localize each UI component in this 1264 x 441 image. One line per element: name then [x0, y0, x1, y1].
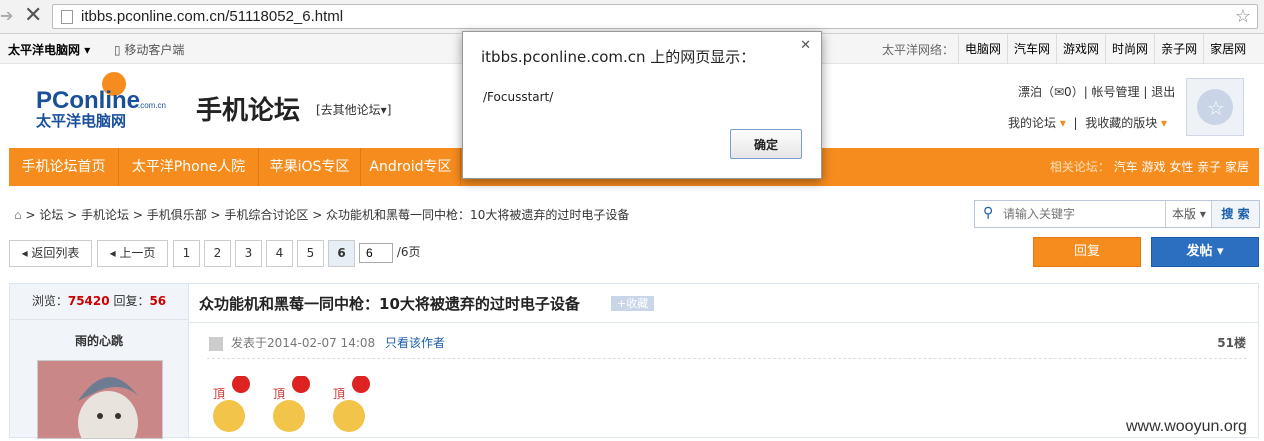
nav-item-ios[interactable]: 苹果iOS专区 [259, 148, 361, 186]
nav-item-android[interactable]: Android专区 [361, 148, 461, 186]
nav-item-home[interactable]: 手机论坛首页 [9, 148, 119, 186]
page-jump-input[interactable] [359, 242, 393, 263]
bookmark-star-icon[interactable]: ☆ [1235, 6, 1251, 27]
dialog-title: itbbs.pconline.com.cn 上的网页显示： [481, 48, 756, 66]
svg-text:☆: ☆ [1207, 96, 1225, 120]
view-count: 75420 [67, 294, 110, 308]
network-link[interactable]: 电脑网 [958, 34, 1007, 64]
page-5[interactable]: 5 [297, 240, 324, 267]
divider [189, 322, 1258, 323]
reply-count: 56 [149, 294, 167, 308]
page-4[interactable]: 4 [266, 240, 293, 267]
breadcrumb[interactable]: ⌂ > 论坛 > 手机论坛 > 手机俱乐部 > 手机综合讨论区 > 众功能机和黑… [14, 206, 629, 223]
dialog-message: /Focusstart/ [483, 90, 554, 104]
url-text[interactable]: itbbs.pconline.com.cn/51118052_6.html [81, 8, 343, 25]
back-to-list-button[interactable]: ◂ 返回列表 [9, 240, 92, 267]
post-divider [207, 358, 1247, 359]
pconline-logo[interactable]: PConline .com.cn 太平洋电脑网 [34, 70, 174, 130]
emoticon-icon: 頂 [273, 375, 310, 432]
logo-domain: .com.cn [138, 101, 166, 110]
page-jump: /6页 [359, 240, 427, 267]
page-2[interactable]: 2 [204, 240, 231, 267]
ok-button[interactable]: 确定 [730, 129, 802, 159]
only-author-link[interactable]: 只看该作者 [385, 334, 445, 351]
total-pages: /6页 [396, 245, 421, 259]
site-name-link[interactable]: 太平洋电脑网 ▾ [8, 41, 90, 58]
stop-loading-icon[interactable]: ✕ [24, 5, 44, 27]
nav-item-phone[interactable]: 太平洋Phone人院 [119, 148, 259, 186]
search-button[interactable]: 搜 索 [1211, 201, 1259, 227]
network-link[interactable]: 汽车网 [1007, 34, 1056, 64]
author-name[interactable]: 雨的心跳 [10, 332, 188, 349]
post-button[interactable]: 发帖 ▾ [1151, 237, 1259, 267]
favorite-button[interactable]: +收藏 [611, 296, 655, 311]
search-input[interactable] [975, 201, 1165, 227]
author-avatar[interactable] [37, 360, 163, 439]
emoticon-icon: 頂 [213, 375, 250, 432]
svg-text:頂: 頂 [333, 387, 345, 401]
my-forum-link[interactable]: 我的论坛 ▾ [1008, 116, 1066, 130]
user-menu-row: 我的论坛 ▾ | 我收藏的版块 ▾ [1008, 116, 1168, 130]
thread-post: 众功能机和黑莓一同中枪：10大将被遗弃的过时电子设备 +收藏 发表于2014-0… [189, 283, 1259, 438]
alert-dialog: itbbs.pconline.com.cn 上的网页显示： ✕ /Focusst… [462, 31, 822, 179]
related-forums[interactable]: 相关论坛： 汽车 游戏 女性 亲子 家居 [1050, 148, 1249, 186]
thread-title: 众功能机和黑莓一同中枪：10大将被遗弃的过时电子设备 [199, 295, 580, 313]
watermark: www.wooyun.org [1126, 418, 1247, 435]
browser-toolbar: ➔ ✕ itbbs.pconline.com.cn/51118052_6.htm… [0, 0, 1264, 34]
user-links[interactable]: 漂泊（✉0）| 帐号管理 | 退出 [1018, 83, 1175, 100]
network-link[interactable]: 家居网 [1203, 34, 1252, 64]
emoticon-icon: 頂 [333, 375, 370, 432]
home-icon[interactable]: ⌂ [14, 208, 22, 222]
search-scope-select[interactable]: 本版 ▾ [1165, 201, 1211, 227]
prev-page-button[interactable]: ◂ 上一页 [97, 240, 168, 267]
floor-number: 51楼 [1217, 336, 1246, 350]
svg-text:頂: 頂 [213, 387, 225, 401]
page-6-current[interactable]: 6 [328, 240, 355, 267]
mobile-client-link[interactable]: ▯ 移动客户端 [114, 41, 184, 58]
author-sidebar: 浏览：75420 回复：56 雨的心跳 [9, 283, 189, 439]
logo-text: PConline [36, 87, 140, 114]
address-bar[interactable]: itbbs.pconline.com.cn/51118052_6.html ☆ [52, 4, 1258, 29]
network-links: 电脑网 汽车网 游戏网 时尚网 亲子网 家居网 [958, 34, 1252, 64]
close-icon[interactable]: ✕ [800, 38, 811, 53]
page-1[interactable]: 1 [173, 240, 200, 267]
my-fav-link[interactable]: 我收藏的版块 ▾ [1085, 116, 1167, 130]
post-meta: 发表于2014-02-07 14:08 [209, 334, 375, 351]
search-box: ⚲ 本版 ▾ 搜 索 [974, 200, 1260, 228]
network-label: 太平洋网络： [882, 43, 955, 57]
logo-chinese: 太平洋电脑网 [36, 112, 126, 130]
reply-button[interactable]: 回复 [1033, 237, 1141, 267]
page-3[interactable]: 3 [235, 240, 262, 267]
thread-stats: 浏览：75420 回复：56 [10, 284, 188, 320]
svg-text:頂: 頂 [273, 387, 285, 401]
network-link[interactable]: 亲子网 [1154, 34, 1203, 64]
user-icon [209, 336, 223, 351]
network-link[interactable]: 时尚网 [1105, 34, 1154, 64]
other-forum-link[interactable]: [去其他论坛▾] [316, 101, 391, 118]
user-avatar[interactable]: ☆ [1186, 78, 1244, 136]
forum-title: 手机论坛 [196, 96, 301, 126]
emoticon-row: 頂 頂 頂 [209, 375, 389, 438]
network-link[interactable]: 游戏网 [1056, 34, 1105, 64]
page-icon [61, 10, 73, 24]
forward-arrow-icon[interactable]: ➔ [0, 6, 16, 26]
